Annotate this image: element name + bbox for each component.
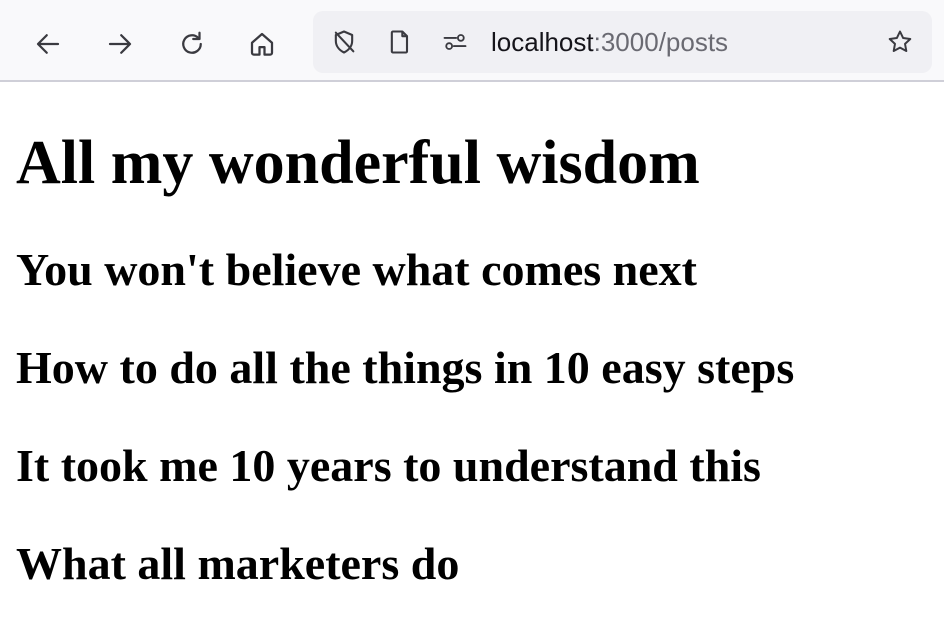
url-path: :3000/posts xyxy=(593,27,729,57)
document-icon xyxy=(390,30,409,54)
star-icon xyxy=(888,30,912,52)
home-button[interactable] xyxy=(240,22,284,66)
post-title: How to do all the things in 10 easy step… xyxy=(16,342,795,393)
reload-button[interactable] xyxy=(170,22,214,66)
url-host: localhost xyxy=(491,27,594,57)
shield-slash-icon xyxy=(334,30,355,54)
page-title: All my wonderful wisdom xyxy=(16,129,700,197)
page-info-button[interactable] xyxy=(385,27,415,57)
reload-icon xyxy=(182,31,202,54)
url-text[interactable]: localhost:3000/posts xyxy=(491,26,728,58)
permissions-icon xyxy=(443,34,467,50)
forward-button[interactable] xyxy=(98,22,142,66)
url-bar[interactable]: localhost:3000/posts xyxy=(313,11,932,73)
browser-toolbar: localhost:3000/posts xyxy=(0,0,944,82)
post-title: You won't believe what comes next xyxy=(16,244,697,295)
bookmark-button[interactable] xyxy=(885,27,915,57)
post-title: What all marketers do xyxy=(16,538,460,589)
home-icon xyxy=(250,32,274,56)
back-button[interactable] xyxy=(26,22,70,66)
permissions-button[interactable] xyxy=(440,27,470,57)
arrow-right-icon xyxy=(108,34,132,54)
tracking-protection-button[interactable] xyxy=(329,27,359,57)
arrow-left-icon xyxy=(36,34,60,54)
post-title: It took me 10 years to understand this xyxy=(16,440,761,491)
